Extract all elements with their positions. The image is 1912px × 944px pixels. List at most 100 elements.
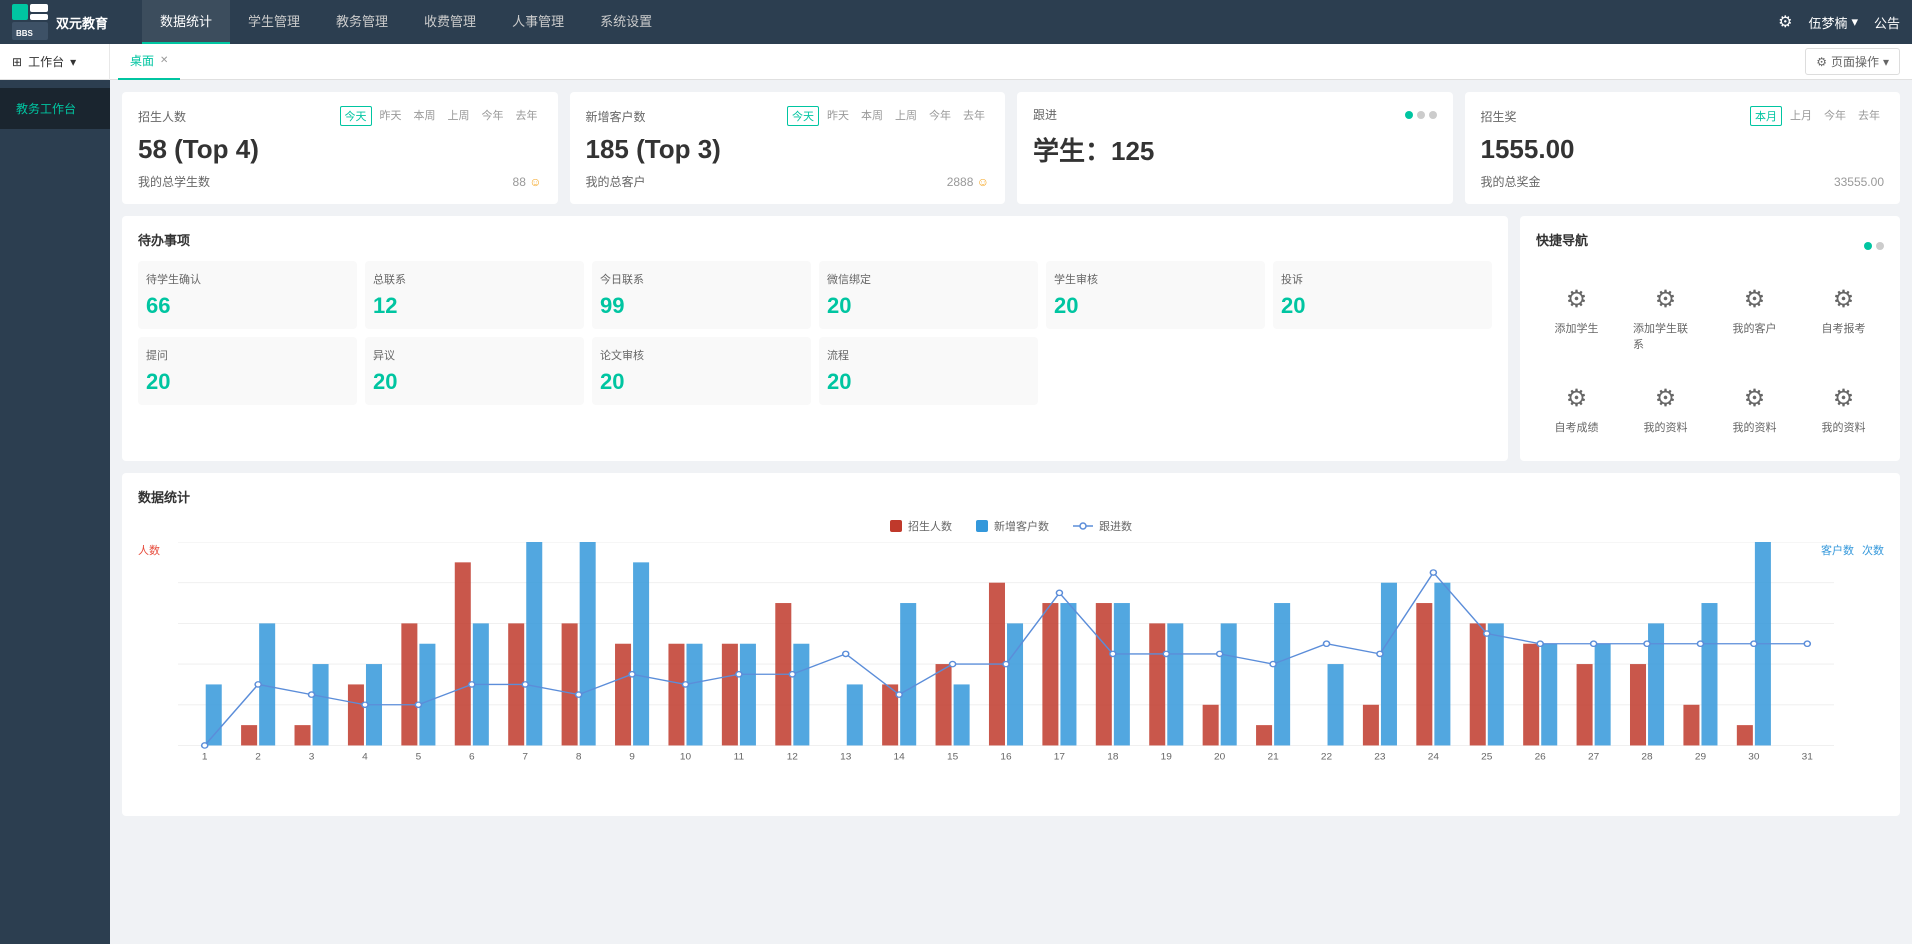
todo-item-6[interactable]: 提问20	[138, 337, 357, 405]
data-stats-card: 数据统计 招生人数 新增客户数 跟进数	[122, 473, 1900, 816]
quick-nav-item-7[interactable]: ⚙我的资料	[1803, 372, 1884, 447]
stat-value-3: 学生：125	[1033, 131, 1437, 168]
quick-nav-item-6[interactable]: ⚙我的资料	[1714, 372, 1795, 447]
legend-new-customers: 新增客户数	[976, 518, 1049, 534]
quick-nav-item-3[interactable]: ⚙自考报考	[1803, 273, 1884, 364]
nav-item-hr-mgmt[interactable]: 人事管理	[494, 0, 582, 44]
stat-tab-today-1[interactable]: 今天	[340, 106, 372, 126]
dropdown-icon: ▾	[1851, 14, 1858, 30]
svg-text:17: 17	[1054, 752, 1065, 762]
user-menu[interactable]: 伍梦楠 ▾	[1808, 13, 1858, 32]
svg-text:22: 22	[1321, 752, 1332, 762]
settings-icon[interactable]: ⚙	[1778, 12, 1792, 32]
workspace-arrow: ▾	[70, 55, 76, 69]
todo-item-1[interactable]: 总联系12	[365, 261, 584, 329]
todo-item-9[interactable]: 流程20	[819, 337, 1038, 405]
legend-followup: 跟进数	[1073, 518, 1132, 534]
stat-tab-thisyear-4[interactable]: 今年	[1820, 106, 1850, 126]
nav-item-teaching-mgmt[interactable]: 教务管理	[318, 0, 406, 44]
stat-label-1: 招生人数	[138, 108, 186, 125]
dot-3[interactable]	[1429, 111, 1437, 119]
top-nav: BBS 双元教育 数据统计 学生管理 教务管理 收费管理 人事管理 系统设置 ⚙…	[0, 0, 1912, 44]
svg-text:6: 6	[469, 752, 475, 762]
todo-item-8[interactable]: 论文审核20	[592, 337, 811, 405]
stat-sublabel-4: 我的总奖金	[1481, 173, 1541, 190]
stat-tab-lastyear-2[interactable]: 去年	[959, 106, 989, 126]
svg-text:16: 16	[1000, 752, 1011, 762]
notice-label[interactable]: 公告	[1874, 13, 1900, 32]
todo-item-4[interactable]: 学生审核20	[1046, 261, 1265, 329]
stat-tab-lastyear-4[interactable]: 去年	[1854, 106, 1884, 126]
stat-tab-thisweek-2[interactable]: 本周	[857, 106, 887, 126]
svg-text:2: 2	[255, 752, 261, 762]
todo-item-0[interactable]: 待学生确认66	[138, 261, 357, 329]
gear-icon: ⚙	[1816, 55, 1827, 69]
quick-nav-dot-2[interactable]	[1876, 242, 1884, 250]
quick-nav-item-2[interactable]: ⚙我的客户	[1714, 273, 1795, 364]
svg-text:11: 11	[734, 752, 744, 762]
tab-bar: 桌面 ✕	[110, 44, 1805, 80]
nav-item-data-stats[interactable]: 数据统计	[142, 0, 230, 44]
stat-value-2: 185 (Top 3)	[586, 134, 990, 165]
todo-title: 待办事项	[138, 230, 1492, 249]
main-layout: 教务工作台 招生人数 今天 昨天 本周 上周 今年 去年 58 (To	[0, 80, 1912, 944]
todo-item-3[interactable]: 微信绑定20	[819, 261, 1038, 329]
quick-nav-dot-1[interactable]	[1864, 242, 1872, 250]
todo-item-7[interactable]: 异议20	[365, 337, 584, 405]
stat-tab-yesterday-1[interactable]: 昨天	[376, 106, 406, 126]
stat-card-header-2: 新增客户数 今天 昨天 本周 上周 今年 去年	[586, 106, 990, 126]
dot-2[interactable]	[1417, 111, 1425, 119]
quick-nav-item-5[interactable]: ⚙我的资料	[1625, 372, 1706, 447]
quick-nav-item-4[interactable]: ⚙自考成绩	[1536, 372, 1617, 447]
stat-tab-thisyear-2[interactable]: 今年	[925, 106, 955, 126]
dot-1[interactable]	[1405, 111, 1413, 119]
stat-total-2: 2888 ☺	[947, 175, 989, 189]
stat-tab-today-2[interactable]: 今天	[787, 106, 819, 126]
stat-tab-thisyear-1[interactable]: 今年	[478, 106, 508, 126]
stat-total-4: 33555.00	[1834, 175, 1884, 189]
quick-nav-item-1[interactable]: ⚙添加学生联系	[1625, 273, 1706, 364]
stat-tab-lastweek-2[interactable]: 上周	[891, 106, 921, 126]
svg-text:14: 14	[894, 752, 905, 762]
stat-tab-lastyear-1[interactable]: 去年	[512, 106, 542, 126]
stat-tab-thisweek-1[interactable]: 本周	[410, 106, 440, 126]
stat-label-4: 招生奖	[1481, 108, 1517, 125]
svg-text:5: 5	[416, 752, 422, 762]
chart-legend: 招生人数 新增客户数 跟进数	[138, 518, 1884, 534]
svg-text:1: 1	[202, 752, 208, 762]
nav-item-system-settings[interactable]: 系统设置	[582, 0, 670, 44]
svg-text:13: 13	[840, 752, 851, 762]
workspace-label: 工作台	[28, 53, 64, 70]
stat-tab-thismonth-4[interactable]: 本月	[1750, 106, 1782, 126]
stat-tab-lastmonth-4[interactable]: 上月	[1786, 106, 1816, 126]
quick-nav-dots	[1864, 242, 1884, 250]
page-actions-label: 页面操作	[1831, 53, 1879, 70]
todo-item-2[interactable]: 今日联系99	[592, 261, 811, 329]
todo-grid: 待学生确认66总联系12今日联系99微信绑定20学生审核20投诉20 提问20异议…	[138, 261, 1492, 405]
nav-item-fee-mgmt[interactable]: 收费管理	[406, 0, 494, 44]
legend-line-icon	[1073, 520, 1093, 532]
quick-nav-item-0[interactable]: ⚙添加学生	[1536, 273, 1617, 364]
legend-dot-red	[890, 520, 902, 532]
stat-card-header-1: 招生人数 今天 昨天 本周 上周 今年 去年	[138, 106, 542, 126]
svg-text:27: 27	[1588, 752, 1599, 762]
svg-text:3: 3	[309, 752, 315, 762]
stat-tab-lastweek-1[interactable]: 上周	[444, 106, 474, 126]
tab-close-icon[interactable]: ✕	[160, 55, 168, 66]
stat-footer-1: 我的总学生数 88 ☺	[138, 173, 542, 190]
tab-desktop[interactable]: 桌面 ✕	[118, 44, 180, 80]
workspace-toggle[interactable]: ⊞ 工作台 ▾	[0, 44, 110, 80]
stat-tab-yesterday-2[interactable]: 昨天	[823, 106, 853, 126]
svg-text:28: 28	[1641, 752, 1652, 762]
legend-enrollment: 招生人数	[890, 518, 952, 534]
svg-text:26: 26	[1535, 752, 1546, 762]
legend-label-enrollment: 招生人数	[908, 518, 952, 534]
todo-item-5[interactable]: 投诉20	[1273, 261, 1492, 329]
stat-sublabel-2: 我的总客户	[586, 173, 646, 190]
nav-item-student-mgmt[interactable]: 学生管理	[230, 0, 318, 44]
stat-card-header-3: 跟进	[1033, 106, 1437, 123]
todo-card: 待办事项 待学生确认66总联系12今日联系99微信绑定20学生审核20投诉20 提…	[122, 216, 1508, 461]
tab-label: 桌面	[130, 52, 154, 69]
page-actions-button[interactable]: ⚙ 页面操作 ▾	[1805, 48, 1900, 75]
sidebar-item-teaching-workspace[interactable]: 教务工作台	[0, 88, 110, 129]
